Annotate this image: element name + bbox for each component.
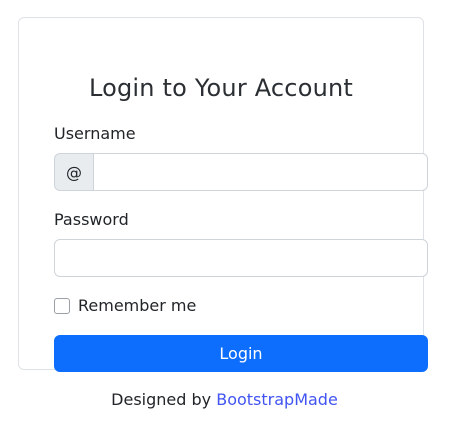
footer-credits: Designed by BootstrapMade	[0, 390, 449, 409]
remember-me-checkbox[interactable]	[54, 297, 70, 314]
login-title: Login to Your Account	[88, 74, 354, 102]
username-input[interactable]	[93, 153, 428, 191]
password-input[interactable]	[54, 239, 428, 277]
password-label: Password	[54, 210, 129, 229]
username-label: Username	[54, 124, 136, 143]
username-prefix-addon: @	[54, 153, 93, 191]
login-card: Login to Your Account Username @ Passwor…	[18, 17, 428, 372]
designed-by-text: Designed by	[111, 390, 212, 409]
remember-me-row[interactable]: Remember me	[54, 296, 196, 315]
username-input-group: @	[54, 153, 428, 191]
remember-me-label: Remember me	[78, 296, 197, 315]
bootstrapmade-link[interactable]: BootstrapMade	[216, 390, 338, 409]
login-button[interactable]: Login	[54, 335, 428, 372]
